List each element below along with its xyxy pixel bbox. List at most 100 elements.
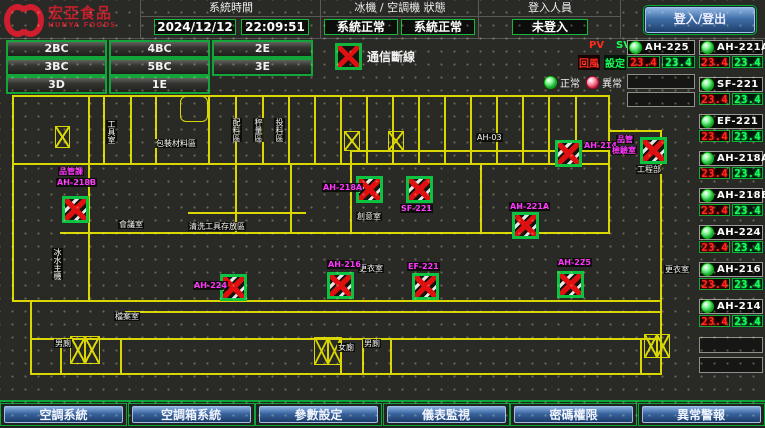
normal-led-icon (544, 76, 557, 89)
unit-tag-label: AH-218B (56, 178, 97, 187)
room-label: 男廁 (363, 339, 381, 348)
room-label: 檔案室 (114, 312, 140, 321)
comm-lost-marker[interactable] (412, 273, 439, 300)
unit-name: AH-221A (717, 42, 765, 53)
unit-name: AH-218A (717, 153, 765, 164)
unit-pv-value: 23.4 (699, 56, 730, 68)
login-status-value: 未登入 (512, 19, 588, 35)
comm-lost-marker[interactable] (640, 137, 667, 164)
abnormal-legend-label: 異常 (602, 79, 622, 90)
login-logout-button[interactable]: 登入/登出 (645, 7, 755, 33)
room-label: 工具室 (106, 120, 117, 144)
unit-row-ah-216[interactable]: AH-216 (699, 262, 763, 277)
floor-button-3d[interactable]: 3D (6, 76, 107, 94)
plan-wall (103, 95, 105, 163)
room-label: 會議室 (118, 220, 144, 229)
plan-wall (340, 95, 342, 163)
plan-wall (444, 95, 446, 163)
login-block: 登入人員 未登入 (478, 0, 621, 38)
bottom-nav: 空調系統空調箱系統參數設定儀表監視密碼權限異常警報 (0, 400, 765, 428)
unit-sv-value: 23.4 (662, 56, 695, 68)
unit-row-ah-225[interactable]: AH-225 (627, 40, 695, 55)
unit-name: AH-214 (717, 301, 761, 312)
unit-sv-value: 23.4 (732, 130, 763, 142)
floor-button-5bc[interactable]: 5BC (109, 58, 210, 76)
unit-led-icon (701, 152, 714, 165)
system-time-label: 系統時間 (141, 0, 321, 17)
unit-tag-label: AH-216 (327, 260, 362, 269)
stairs-icon (84, 336, 100, 364)
floor-button-2e[interactable]: 2E (212, 40, 313, 58)
machine-status-block: 冰機 / 空調機 狀態 系統正常 系統正常 (320, 0, 479, 38)
floor-button-1e[interactable]: 1E (109, 76, 210, 94)
plan-wall (480, 163, 482, 232)
plan-wall (366, 95, 368, 163)
comm-lost-legend-icon (335, 43, 362, 70)
nav-button-5[interactable]: 密碼權限 (514, 406, 633, 423)
unit-pv-value: 23.4 (699, 315, 730, 327)
unit-pv-value: 23.4 (699, 241, 730, 253)
plan-wall (130, 95, 132, 163)
nav-cell: 參數設定 (255, 403, 382, 426)
stairs-icon (55, 126, 70, 148)
unit-tag-label: SF-221 (400, 204, 433, 213)
empty-cell (627, 74, 695, 89)
plan-wall (608, 130, 662, 132)
plan-wall (30, 338, 662, 340)
plan-wall (120, 338, 122, 373)
unit-row-ah-214[interactable]: AH-214 (699, 299, 763, 314)
hunya-logo-icon (4, 2, 44, 32)
room-label: 清洗工具存放區 (188, 222, 246, 231)
unit-values: 23.423.4 (627, 56, 695, 68)
plan-wall (30, 300, 32, 373)
login-label: 登入人員 (479, 0, 621, 17)
nav-button-4[interactable]: 儀表監視 (387, 406, 506, 423)
unit-row-ah-221a[interactable]: AH-221A (699, 40, 763, 55)
plan-wall (640, 338, 642, 373)
nav-button-2[interactable]: 空調箱系統 (132, 406, 251, 423)
plan-wall (12, 163, 610, 165)
plan-wall (608, 163, 610, 232)
floor-button-2bc[interactable]: 2BC (6, 40, 107, 58)
nav-cell: 儀表監視 (383, 403, 510, 426)
unit-row-ah-224[interactable]: AH-224 (699, 225, 763, 240)
unit-pv-value: 23.4 (699, 130, 730, 142)
room-label: 更衣室 (664, 265, 690, 274)
ac-status-value: 系統正常 (401, 19, 475, 35)
comm-lost-marker[interactable] (327, 272, 354, 299)
nav-button-3[interactable]: 參數設定 (259, 406, 378, 423)
unit-pv-value: 23.4 (699, 93, 730, 105)
plan-wall (522, 95, 524, 163)
comm-lost-marker[interactable] (406, 176, 433, 203)
nav-cell: 空調箱系統 (128, 403, 255, 426)
room-label: 冰水主機 (52, 248, 63, 280)
nav-button-6[interactable]: 異常警報 (642, 406, 761, 423)
plan-wall (125, 311, 662, 313)
comm-lost-marker[interactable] (512, 212, 539, 239)
unit-row-ah-218b[interactable]: AH-218B (699, 188, 763, 203)
floor-button-3bc[interactable]: 3BC (6, 58, 107, 76)
unit-row-ah-218a[interactable]: AH-218A (699, 151, 763, 166)
unit-tag-label: 檢驗室 (611, 146, 637, 155)
floor-button-3e[interactable]: 3E (212, 58, 313, 76)
unit-name: EF-221 (717, 116, 758, 127)
empty-cell (699, 357, 763, 373)
plan-wall (290, 163, 292, 232)
unit-name: AH-225 (645, 42, 689, 53)
unit-name: AH-216 (717, 264, 761, 275)
comm-lost-marker[interactable] (62, 196, 89, 223)
unit-tag-label: AH-225 (557, 258, 592, 267)
sv-desc-label: 設定 (604, 55, 626, 70)
unit-values: 23.423.4 (699, 167, 763, 179)
floor-button-4bc[interactable]: 4BC (109, 40, 210, 58)
unit-row-ef-221[interactable]: EF-221 (699, 114, 763, 129)
room-label: 包裝材料區 (155, 139, 197, 148)
nav-cell: 異常警報 (638, 403, 765, 426)
unit-led-icon (701, 78, 714, 91)
comm-lost-marker[interactable] (555, 140, 582, 167)
comm-lost-marker[interactable] (557, 271, 584, 298)
nav-button-1[interactable]: 空調系統 (4, 406, 123, 423)
unit-row-sf-221[interactable]: SF-221 (699, 77, 763, 92)
plan-wall (30, 373, 662, 375)
plan-wall (470, 95, 472, 163)
